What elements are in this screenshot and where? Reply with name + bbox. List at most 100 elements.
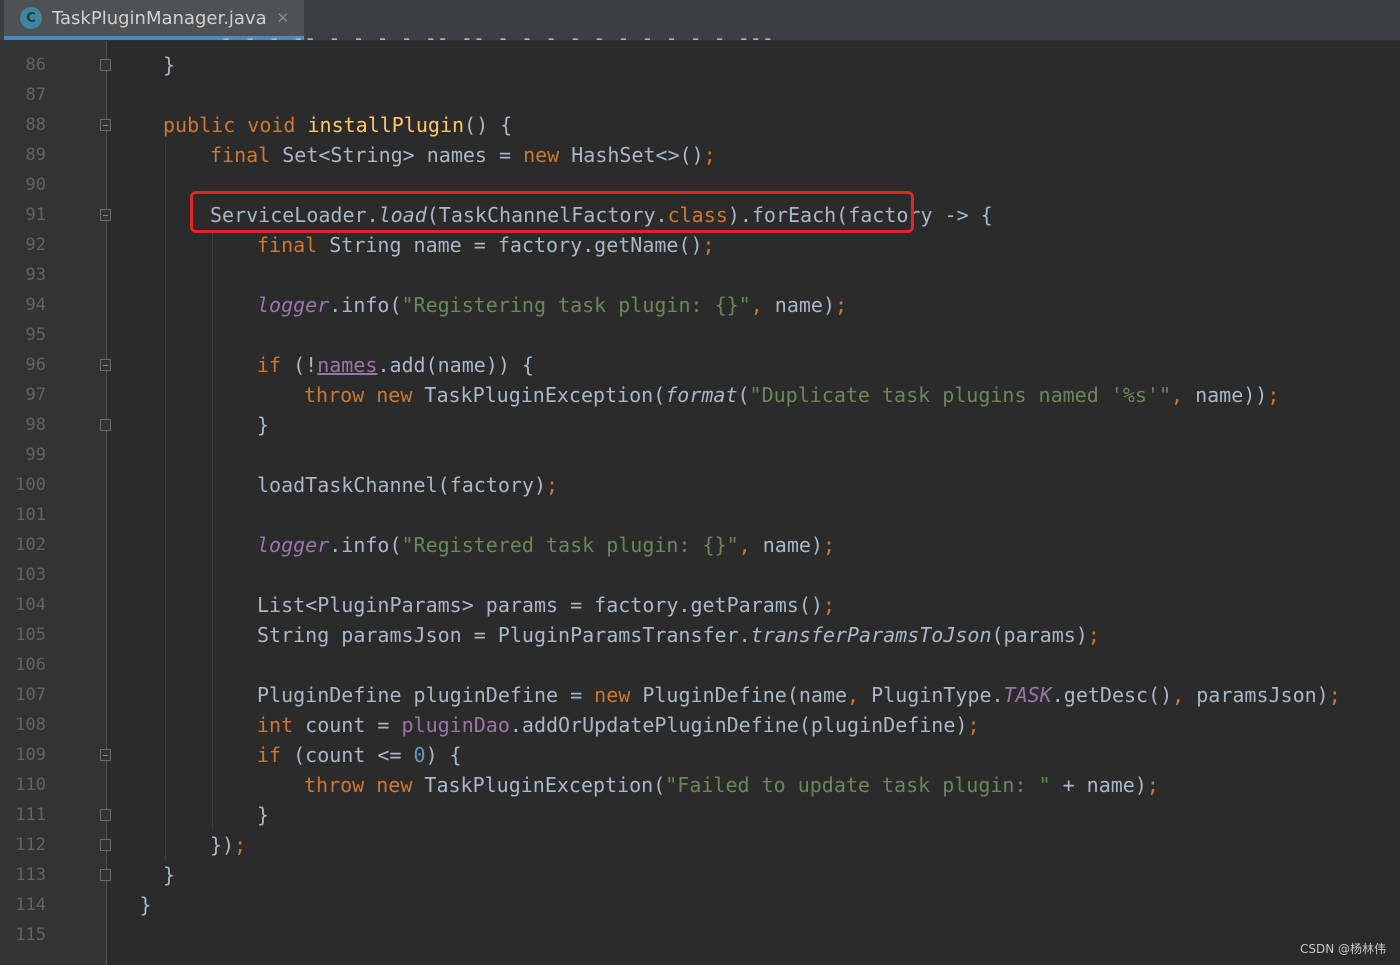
code-token: logger [257, 533, 330, 557]
code-text: logger.info("Registering task plugin: {}… [257, 290, 847, 320]
code-line[interactable]: 94 logger.info("Registering task plugin: … [0, 290, 1400, 320]
code-line[interactable]: 89 final Set<String> names = new HashSet<… [0, 140, 1400, 170]
code-text: throw new TaskPluginException(format("Du… [304, 380, 1279, 410]
code-token: ; [1146, 773, 1159, 797]
line-number: 111 [15, 805, 46, 825]
code-line[interactable]: 101 [0, 500, 1400, 530]
code-token: "Registering task plugin: {}" [401, 293, 751, 317]
code-text: int count = pluginDao.addOrUpdatePluginD… [257, 710, 979, 740]
code-text: } [163, 50, 175, 80]
code-token: ; [822, 593, 835, 617]
fold-end-icon[interactable] [100, 809, 111, 821]
code-token: new [594, 683, 643, 707]
code-token: PluginDefine(name [642, 683, 848, 707]
code-line[interactable]: 112}); [0, 830, 1400, 860]
code-text: }); [210, 830, 246, 860]
code-token: ; [1267, 383, 1280, 407]
code-line[interactable]: 103 [0, 560, 1400, 590]
code-line[interactable]: 115 [0, 920, 1400, 950]
code-text: logger.info("Registered task plugin: {}"… [257, 530, 835, 560]
code-line[interactable]: 100 loadTaskChannel(factory); [0, 470, 1400, 500]
code-token: int [257, 713, 306, 737]
code-line[interactable]: 96 if (!names.add(name)) { [0, 350, 1400, 380]
line-number: 106 [15, 655, 46, 675]
line-number: 89 [25, 145, 46, 165]
code-token: format [665, 383, 738, 407]
code-line[interactable]: 102 logger.info("Registered task plugin: … [0, 530, 1400, 560]
code-token: TaskPluginException( [424, 773, 666, 797]
code-token: PluginDefine pluginDefine = [257, 683, 595, 707]
code-line[interactable]: 111} [0, 800, 1400, 830]
code-text: } [140, 890, 152, 920]
code-line[interactable]: 113} [0, 860, 1400, 890]
code-text: final Set<String> names = new HashSet<>(… [210, 140, 716, 170]
code-token: TaskPluginException( [424, 383, 666, 407]
code-line[interactable]: 105 String paramsJson = PluginParamsTrans… [0, 620, 1400, 650]
code-text: if (!names.add(name)) { [257, 350, 534, 380]
code-line[interactable]: 109 if (count <= 0) { [0, 740, 1400, 770]
code-token: "Registered task plugin: {}" [401, 533, 739, 557]
partial-code-line: - - - -- - - - - -- -- - - - - - - - - -… [220, 34, 810, 42]
code-token: paramsJson) [1196, 683, 1329, 707]
fold-end-icon[interactable] [100, 869, 111, 881]
code-token: ; [1087, 623, 1100, 647]
code-line[interactable]: 114} [0, 890, 1400, 920]
code-token: Set<String> names = [282, 143, 524, 167]
fold-expand-icon[interactable] [100, 359, 111, 371]
code-line[interactable]: 99 [0, 440, 1400, 470]
code-line[interactable]: 106 [0, 650, 1400, 680]
code-line[interactable]: 92 final String name = factory.getName(); [0, 230, 1400, 260]
code-line[interactable]: 95 [0, 320, 1400, 350]
code-token: final [210, 143, 283, 167]
code-token: ; [967, 713, 980, 737]
code-token: .addOrUpdatePluginDefine(pluginDefine) [509, 713, 968, 737]
code-token: List<PluginParams> params = factory.getP… [257, 593, 823, 617]
code-line[interactable]: 97 throw new TaskPluginException(format("… [0, 380, 1400, 410]
fold-end-icon[interactable] [100, 59, 111, 71]
code-text: final String name = factory.getName(); [257, 230, 715, 260]
code-token: "Duplicate task plugins named '%s'" [749, 383, 1171, 407]
code-line[interactable]: 107 PluginDefine pluginDefine = new Plugi… [0, 680, 1400, 710]
code-token: String paramsJson = PluginParamsTransfer… [257, 623, 751, 647]
code-text: throw new TaskPluginException("Failed to… [304, 770, 1159, 800]
code-text: loadTaskChannel(factory); [257, 470, 558, 500]
line-number: 93 [25, 265, 46, 285]
code-token: , [847, 683, 872, 707]
code-line[interactable]: 104 List<PluginParams> params = factory.g… [0, 590, 1400, 620]
fold-expand-icon[interactable] [100, 749, 111, 761]
code-text: } [257, 410, 269, 440]
code-line[interactable]: 93 [0, 260, 1400, 290]
code-token: .info( [329, 293, 402, 317]
code-token: , [1170, 383, 1196, 407]
code-token: loadTaskChannel(factory) [257, 473, 546, 497]
line-number: 97 [25, 385, 46, 405]
code-line[interactable]: 87 [0, 80, 1400, 110]
fold-expand-icon[interactable] [100, 119, 111, 131]
java-class-icon: C [20, 7, 42, 29]
code-text: } [163, 860, 175, 890]
code-token: } [163, 863, 176, 887]
code-token: ; [822, 533, 836, 557]
code-token: String name = factory.getName() [329, 233, 703, 257]
code-token: .info( [329, 533, 402, 557]
code-line[interactable]: 98} [0, 410, 1400, 440]
code-line[interactable]: 86} [0, 50, 1400, 80]
line-number: 95 [25, 325, 46, 345]
code-token: ; [835, 293, 848, 317]
code-token: new [523, 143, 572, 167]
line-number: 96 [25, 355, 46, 375]
code-text: if (count <= 0) { [257, 740, 462, 770]
fold-end-icon[interactable] [100, 419, 111, 431]
code-text: public void installPlugin() { [163, 110, 512, 140]
code-token: 0 [413, 743, 426, 767]
highlight-annotation-box [190, 191, 914, 233]
code-line[interactable]: 88 public void installPlugin() { [0, 110, 1400, 140]
code-line[interactable]: 108 int count = pluginDao.addOrUpdatePlug… [0, 710, 1400, 740]
fold-expand-icon[interactable] [100, 209, 111, 221]
fold-end-icon[interactable] [100, 839, 111, 851]
code-line[interactable]: 110 throw new TaskPluginException("Failed… [0, 770, 1400, 800]
close-icon[interactable]: ✕ [277, 9, 290, 27]
line-number: 109 [15, 745, 46, 765]
code-token: (params) [991, 623, 1088, 647]
code-token: ; [703, 143, 716, 167]
